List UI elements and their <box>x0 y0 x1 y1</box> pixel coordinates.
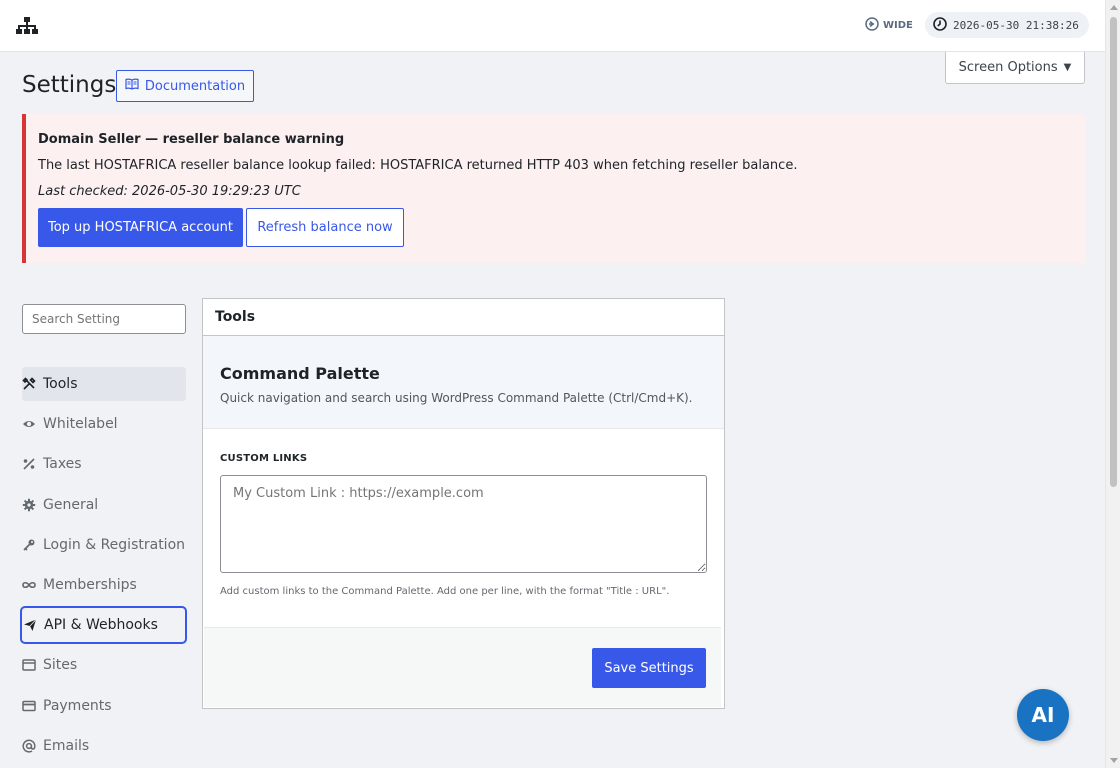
sidebar-item-whitelabel[interactable]: Whitelabel <box>22 407 186 441</box>
search-setting-input[interactable] <box>22 304 186 334</box>
save-settings-button[interactable]: Save Settings <box>592 648 706 688</box>
sitemap-icon[interactable] <box>16 17 38 35</box>
sidebar-item-label: Tools <box>43 376 78 392</box>
documentation-button[interactable]: Documentation <box>116 70 254 102</box>
panel-title: Tools <box>203 299 724 336</box>
sidebar-item-label: Sites <box>43 657 78 673</box>
window-icon <box>22 658 36 672</box>
key-icon <box>22 538 36 552</box>
scroll-up-arrow-icon[interactable] <box>1110 5 1118 10</box>
command-palette-section: Command Palette Quick navigation and sea… <box>203 336 724 429</box>
sidebar-item-label: Payments <box>43 698 112 714</box>
sidebar-item-label: API & Webhooks <box>44 617 158 633</box>
notice-last-checked: Last checked: 2026-05-30 19:29:23 UTC <box>38 184 301 199</box>
gear-icon <box>22 498 36 512</box>
sidebar-item-login-registration[interactable]: Login & Registration <box>22 528 186 562</box>
infinity-icon <box>22 578 36 592</box>
top-up-button[interactable]: Top up HOSTAFRICA account <box>38 208 243 247</box>
page-scrollbar[interactable] <box>1105 0 1120 768</box>
top-bar: WIDE 2026-05-30 21:38:26 <box>0 0 1105 52</box>
sidebar-item-label: Memberships <box>43 577 137 593</box>
panel-footer: Save Settings <box>204 627 721 707</box>
sidebar-item-taxes[interactable]: Taxes <box>22 447 186 481</box>
at-icon <box>22 739 36 753</box>
wide-toggle[interactable]: WIDE <box>865 16 913 34</box>
sidebar-item-label: General <box>43 497 99 513</box>
eye-icon <box>22 417 36 431</box>
caret-down-icon: ▼ <box>1063 62 1072 73</box>
expand-icon <box>865 16 879 34</box>
send-icon <box>23 618 37 632</box>
percent-icon <box>22 457 36 471</box>
sidebar-item-api-webhooks[interactable]: API & Webhooks <box>20 606 187 644</box>
ai-assistant-button[interactable]: AI <box>1017 689 1069 741</box>
documentation-label: Documentation <box>144 78 246 94</box>
sidebar-item-payments[interactable]: Payments <box>22 689 186 723</box>
refresh-balance-button[interactable]: Refresh balance now <box>246 208 404 247</box>
sidebar-item-label: Emails <box>43 738 90 754</box>
wide-label: WIDE <box>883 19 913 31</box>
sidebar-item-memberships[interactable]: Memberships <box>22 568 186 602</box>
book-icon <box>125 77 139 95</box>
custom-links-section: CUSTOM LINKS Add custom links to the Com… <box>203 429 724 628</box>
notice-message: The last HOSTAFRICA reseller balance loo… <box>38 158 798 173</box>
sidebar-item-general[interactable]: General <box>22 488 186 522</box>
ai-icon: AI <box>1031 703 1055 727</box>
tools-panel: Tools Command Palette Quick navigation a… <box>202 298 725 709</box>
sidebar-item-label: Taxes <box>43 456 82 472</box>
screen-options-button[interactable]: Screen Options ▼ <box>945 52 1085 84</box>
clock-icon <box>933 16 947 34</box>
command-palette-title: Command Palette <box>220 364 380 383</box>
tools-icon <box>22 377 36 391</box>
custom-links-label: CUSTOM LINKS <box>220 453 308 464</box>
screen-options-label: Screen Options <box>958 60 1058 75</box>
scroll-down-arrow-icon[interactable] <box>1110 758 1118 763</box>
datetime-badge: 2026-05-30 21:38:26 <box>925 12 1089 38</box>
datetime-text: 2026-05-30 21:38:26 <box>953 18 1079 32</box>
custom-links-textarea[interactable] <box>220 475 707 573</box>
balance-warning-notice: Domain Seller — reseller balance warning… <box>22 114 1085 263</box>
custom-links-help: Add custom links to the Command Palette.… <box>220 586 670 597</box>
notice-title: Domain Seller — reseller balance warning <box>38 132 345 147</box>
page-title: Settings <box>22 72 117 98</box>
sidebar-item-label: Whitelabel <box>43 416 118 432</box>
sidebar-item-tools[interactable]: Tools <box>22 367 186 401</box>
card-icon <box>22 699 36 713</box>
sidebar-item-emails[interactable]: Emails <box>22 729 186 763</box>
sidebar-item-label: Login & Registration <box>43 537 186 553</box>
command-palette-description: Quick navigation and search using WordPr… <box>220 391 693 405</box>
scroll-thumb[interactable] <box>1110 17 1117 487</box>
sidebar-item-sites[interactable]: Sites <box>22 648 186 682</box>
